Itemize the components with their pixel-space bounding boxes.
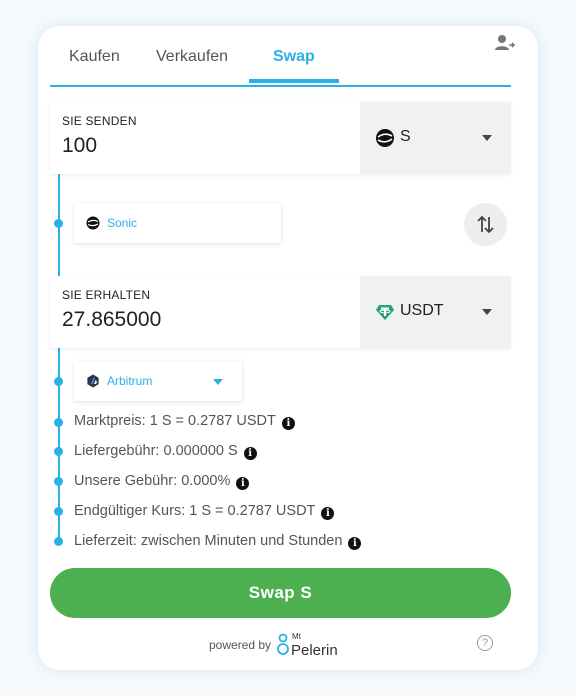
- connector-dot: [54, 507, 63, 516]
- help-icon[interactable]: ?: [477, 635, 493, 651]
- info-icon[interactable]: i: [348, 537, 362, 550]
- sonic-icon: [86, 216, 100, 230]
- tab-verkaufen[interactable]: Verkaufen: [156, 48, 228, 66]
- receive-network-label: Arbitrum: [107, 374, 153, 388]
- send-network-select[interactable]: Sonic: [74, 203, 281, 243]
- tab-kaufen[interactable]: Kaufen: [69, 48, 120, 66]
- send-currency-select[interactable]: S: [360, 102, 511, 174]
- swap-arrows-icon: [477, 215, 494, 234]
- send-label: SIE SENDEN: [62, 114, 137, 128]
- our-fee-row: Unsere Gebühr: 0.000% i: [74, 473, 250, 490]
- info-icon[interactable]: i: [321, 507, 335, 520]
- chevron-down-icon: [482, 135, 492, 141]
- chevron-down-icon: [482, 309, 492, 315]
- powered-by-text: powered by: [209, 638, 272, 652]
- tether-icon: [376, 305, 394, 320]
- connector-dot: [54, 477, 63, 486]
- send-amount-box: SIE SENDEN 100 S: [50, 102, 511, 174]
- connector-dot: [54, 377, 63, 386]
- connector-dot: [54, 447, 63, 456]
- delivery-fee-text: Liefergebühr: 0.000000 S: [74, 443, 238, 459]
- info-icon[interactable]: i: [236, 477, 250, 490]
- connector-dot: [54, 418, 63, 427]
- receive-currency-label: USDT: [400, 302, 444, 319]
- sonic-icon: [376, 129, 394, 147]
- brand-name-text: Pelerin: [291, 642, 338, 659]
- receive-label: SIE ERHALTEN: [62, 288, 151, 302]
- brand-mt-text: Mt: [292, 632, 301, 641]
- arbitrum-icon: [87, 374, 99, 388]
- send-currency-label: S: [400, 128, 411, 145]
- connector-dot: [54, 537, 63, 546]
- swap-direction-button[interactable]: [464, 203, 507, 246]
- info-icon[interactable]: i: [243, 447, 257, 460]
- mt-pelerin-logo-icon[interactable]: [273, 632, 293, 658]
- send-network-label: Sonic: [107, 216, 138, 230]
- tab-swap[interactable]: Swap: [273, 48, 315, 66]
- final-rate-text: Endgültiger Kurs: 1 S = 0.2787 USDT: [74, 503, 316, 519]
- market-price-row: Marktpreis: 1 S = 0.2787 USDT i: [74, 413, 295, 430]
- delivery-time-row: Lieferzeit: zwischen Minuten und Stunden…: [74, 533, 362, 550]
- final-rate-row: Endgültiger Kurs: 1 S = 0.2787 USDT i: [74, 503, 335, 520]
- chevron-down-icon: [213, 379, 223, 385]
- our-fee-text: Unsere Gebühr: 0.000%: [74, 473, 231, 489]
- connector-dot: [54, 219, 63, 228]
- receive-amount-box: SIE ERHALTEN 27.865000 USDT: [50, 276, 511, 348]
- swap-button[interactable]: Swap S: [50, 568, 511, 618]
- tab-bar: Kaufen Verkaufen Swap: [50, 40, 511, 87]
- receive-amount-output: 27.865000: [62, 308, 162, 331]
- receive-currency-select[interactable]: USDT: [360, 276, 511, 348]
- delivery-fee-row: Liefergebühr: 0.000000 S i: [74, 443, 257, 460]
- receive-network-select[interactable]: Arbitrum: [74, 361, 242, 401]
- active-tab-indicator: [249, 79, 339, 83]
- delivery-time-text: Lieferzeit: zwischen Minuten und Stunden: [74, 533, 343, 549]
- send-amount-input[interactable]: 100: [62, 134, 97, 158]
- market-price-text: Marktpreis: 1 S = 0.2787 USDT: [74, 413, 276, 429]
- info-icon[interactable]: i: [281, 417, 295, 430]
